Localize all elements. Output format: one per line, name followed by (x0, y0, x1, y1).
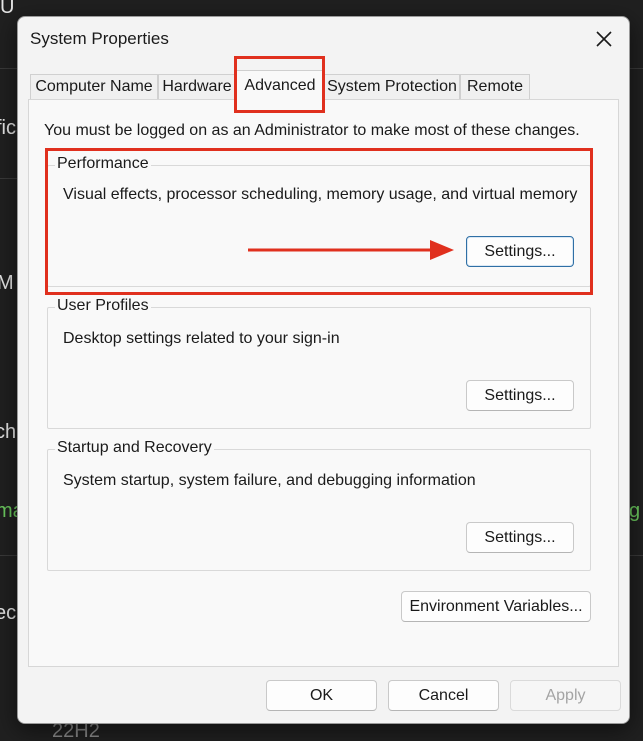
dialog-title: System Properties (30, 29, 169, 48)
user-profiles-settings-button[interactable]: Settings... (466, 380, 574, 411)
background-divider (630, 555, 643, 556)
tab-advanced[interactable]: Advanced (236, 70, 324, 101)
close-button[interactable] (587, 23, 621, 55)
close-icon (596, 31, 612, 47)
background-text: U (0, 0, 15, 18)
apply-button[interactable]: Apply (510, 680, 621, 711)
tab-computer-name[interactable]: Computer Name (30, 74, 158, 100)
performance-group-title: Performance (55, 155, 151, 173)
tab-hardware[interactable]: Hardware (158, 74, 236, 100)
arrow-right-icon (248, 240, 454, 260)
tab-remote[interactable]: Remote (460, 74, 530, 100)
background-divider (630, 68, 643, 69)
title-bar[interactable]: System Properties (18, 17, 629, 61)
environment-variables-button[interactable]: Environment Variables... (401, 591, 591, 622)
user-profiles-description: Desktop settings related to your sign-in (63, 330, 340, 347)
background-text: M (0, 272, 14, 294)
performance-description: Visual effects, processor scheduling, me… (63, 186, 578, 203)
background-text: g (629, 500, 641, 522)
startup-recovery-description: System startup, system failure, and debu… (63, 472, 476, 489)
user-profiles-group-title: User Profiles (55, 297, 151, 315)
performance-group: Performance Visual effects, processor sc… (47, 155, 591, 287)
startup-recovery-group: Startup and Recovery System startup, sys… (47, 439, 591, 571)
system-properties-dialog: System Properties Computer Name Hardware… (17, 16, 630, 724)
dialog-footer: OK Cancel Apply (18, 669, 629, 723)
performance-settings-button[interactable]: Settings... (466, 236, 574, 267)
startup-recovery-settings-button[interactable]: Settings... (466, 522, 574, 553)
background-divider (0, 178, 18, 179)
background-divider (0, 68, 18, 69)
ok-button[interactable]: OK (266, 680, 377, 711)
startup-recovery-group-title: Startup and Recovery (55, 439, 214, 457)
tab-system-protection[interactable]: System Protection (324, 74, 460, 100)
cancel-button[interactable]: Cancel (388, 680, 499, 711)
user-profiles-group: User Profiles Desktop settings related t… (47, 297, 591, 429)
background-text: ch (0, 421, 17, 443)
admin-notice: You must be logged on as an Administrato… (44, 122, 580, 139)
background-divider (0, 555, 18, 556)
